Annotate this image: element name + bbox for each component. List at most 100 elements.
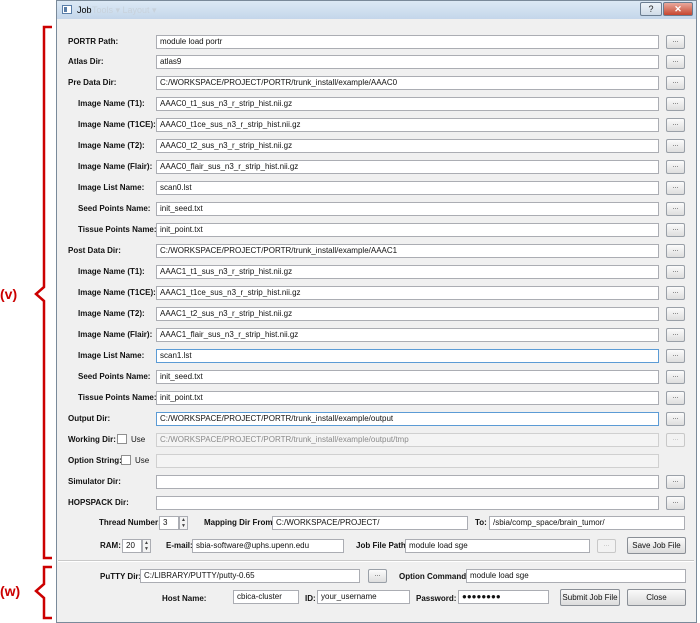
- annotation-bracket-v: [34, 25, 52, 560]
- pre-data-dir-input[interactable]: C:/WORKSPACE/PROJECT/PORTR/trunk_install…: [156, 76, 659, 90]
- pre-data-dir-browse-button[interactable]: ...: [666, 76, 685, 90]
- email-input[interactable]: sbia-software@uphs.upenn.edu: [192, 539, 344, 553]
- option-command-input[interactable]: module load sge: [466, 569, 686, 583]
- post-t1ce-input[interactable]: AAAC1_t1ce_sus_n3_r_strip_hist.nii.gz: [156, 286, 659, 300]
- pre-tissue-input[interactable]: init_point.txt: [156, 223, 659, 237]
- post-flair-input[interactable]: AAAC1_flair_sus_n3_r_strip_hist.nii.gz: [156, 328, 659, 342]
- host-name-label: Host Name:: [162, 594, 207, 603]
- pre-data-dir-label: Pre Data Dir:: [68, 78, 117, 87]
- pre-tissue-label: Tissue Points Name:: [78, 225, 157, 234]
- ram-stepper[interactable]: ▲ ▼: [142, 539, 151, 553]
- hopspack-dir-browse-button[interactable]: ...: [666, 496, 685, 510]
- simulator-dir-label: Simulator Dir:: [68, 477, 121, 486]
- working-dir-use-label: Use: [131, 435, 146, 444]
- pre-list-input[interactable]: scan0.lst: [156, 181, 659, 195]
- pre-flair-input[interactable]: AAAC0_flair_sus_n3_r_strip_hist.nii.gz: [156, 160, 659, 174]
- pre-t2-label: Image Name (T2):: [78, 141, 145, 150]
- pre-seed-input[interactable]: init_seed.txt: [156, 202, 659, 216]
- hopspack-dir-input[interactable]: [156, 496, 659, 510]
- output-dir-browse-button[interactable]: ...: [666, 412, 685, 426]
- id-label: ID:: [305, 594, 316, 603]
- post-data-dir-input[interactable]: C:/WORKSPACE/PROJECT/PORTR/trunk_install…: [156, 244, 659, 258]
- post-data-dir-browse-button[interactable]: ...: [666, 244, 685, 258]
- post-tissue-browse-button[interactable]: ...: [666, 391, 685, 405]
- atlas-dir-input[interactable]: atlas9: [156, 55, 659, 69]
- pre-t1ce-label: Image Name (T1CE):: [78, 120, 156, 129]
- thread-number-input[interactable]: 3: [159, 516, 179, 530]
- option-string-use-checkbox[interactable]: [121, 455, 131, 465]
- post-t1ce-browse-button[interactable]: ...: [666, 286, 685, 300]
- pre-t1ce-input[interactable]: AAAC0_t1ce_sus_n3_r_strip_hist.nii.gz: [156, 118, 659, 132]
- pre-t1-input[interactable]: AAAC0_t1_sus_n3_r_strip_hist.nii.gz: [156, 97, 659, 111]
- app-icon: [62, 5, 72, 14]
- annotation-label-v: (v): [0, 286, 18, 302]
- job-file-path-label: Job File Path:: [356, 541, 409, 550]
- atlas-dir-browse-button[interactable]: ...: [666, 55, 685, 69]
- working-dir-use-checkbox[interactable]: [117, 434, 127, 444]
- ram-input[interactable]: 20: [122, 539, 142, 553]
- thread-number-label: Thread Number:: [99, 518, 161, 527]
- post-flair-browse-button[interactable]: ...: [666, 328, 685, 342]
- post-list-input[interactable]: scan1.lst: [156, 349, 659, 363]
- pre-tissue-browse-button[interactable]: ...: [666, 223, 685, 237]
- post-list-browse-button[interactable]: ...: [666, 349, 685, 363]
- post-seed-label: Seed Points Name:: [78, 372, 151, 381]
- password-input[interactable]: ●●●●●●●●: [458, 590, 549, 604]
- working-dir-label: Working Dir:: [68, 435, 116, 444]
- mapping-to-input[interactable]: /sbia/comp_space/brain_tumor/: [489, 516, 685, 530]
- pre-seed-browse-button[interactable]: ...: [666, 202, 685, 216]
- portr-path-input[interactable]: module load portr: [156, 35, 659, 49]
- option-string-label: Option String:: [68, 456, 122, 465]
- mapping-from-input[interactable]: C:/WORKSPACE/PROJECT/: [272, 516, 468, 530]
- post-seed-input[interactable]: init_seed.txt: [156, 370, 659, 384]
- save-job-file-button[interactable]: Save Job File: [627, 537, 686, 554]
- pre-flair-label: Image Name (Flair):: [78, 162, 153, 171]
- pre-t2-input[interactable]: AAAC0_t2_sus_n3_r_strip_hist.nii.gz: [156, 139, 659, 153]
- annotation-label-w: (w): [0, 583, 21, 599]
- post-tissue-label: Tissue Points Name:: [78, 393, 157, 402]
- pre-t1-browse-button[interactable]: ...: [666, 97, 685, 111]
- submit-job-file-button[interactable]: Submit Job File: [560, 589, 620, 606]
- simulator-dir-input[interactable]: [156, 475, 659, 489]
- ghost-menu-text: Tools ▾ Layout ▾: [92, 5, 157, 15]
- working-dir-input[interactable]: C:/WORKSPACE/PROJECT/PORTR/trunk_install…: [156, 433, 659, 447]
- pre-t2-browse-button[interactable]: ...: [666, 139, 685, 153]
- close-button[interactable]: Close: [627, 589, 686, 606]
- pre-flair-browse-button[interactable]: ...: [666, 160, 685, 174]
- window-close-button[interactable]: ✕: [663, 2, 693, 16]
- pre-list-label: Image List Name:: [78, 183, 145, 192]
- post-seed-browse-button[interactable]: ...: [666, 370, 685, 384]
- post-t1-label: Image Name (T1):: [78, 267, 145, 276]
- working-dir-browse-button[interactable]: ...: [666, 433, 685, 447]
- atlas-dir-label: Atlas Dir:: [68, 57, 104, 66]
- annotation-brackets: [34, 25, 52, 620]
- option-string-input[interactable]: [156, 454, 659, 468]
- mapping-to-label: To:: [475, 518, 487, 527]
- post-t1-browse-button[interactable]: ...: [666, 265, 685, 279]
- post-data-dir-label: Post Data Dir:: [68, 246, 121, 255]
- output-dir-input[interactable]: C:/WORKSPACE/PROJECT/PORTR/trunk_install…: [156, 412, 659, 426]
- simulator-dir-browse-button[interactable]: ...: [666, 475, 685, 489]
- mapping-from-label: Mapping Dir From:: [204, 518, 276, 527]
- host-name-input[interactable]: cbica-cluster: [233, 590, 299, 604]
- pre-t1ce-browse-button[interactable]: ...: [666, 118, 685, 132]
- annotation-bracket-w: [34, 565, 52, 620]
- portr-path-label: PORTR Path:: [68, 37, 119, 46]
- hopspack-dir-label: HOPSPACK Dir:: [68, 498, 129, 507]
- thread-number-stepper[interactable]: ▲ ▼: [179, 516, 188, 530]
- id-input[interactable]: your_username: [317, 590, 410, 604]
- putty-dir-input[interactable]: C:/LIBRARY/PUTTY/putty-0.65: [140, 569, 360, 583]
- post-tissue-input[interactable]: init_point.txt: [156, 391, 659, 405]
- email-label: E-mail:: [166, 541, 193, 550]
- post-t1-input[interactable]: AAAC1_t1_sus_n3_r_strip_hist.nii.gz: [156, 265, 659, 279]
- pre-list-browse-button[interactable]: ...: [666, 181, 685, 195]
- portr-path-browse-button[interactable]: ...: [666, 35, 685, 49]
- help-button[interactable]: ?: [640, 2, 662, 16]
- post-t2-browse-button[interactable]: ...: [666, 307, 685, 321]
- putty-dir-browse-button[interactable]: ...: [368, 569, 387, 583]
- job-file-path-input[interactable]: module load sge: [405, 539, 590, 553]
- post-list-label: Image List Name:: [78, 351, 145, 360]
- post-t2-input[interactable]: AAAC1_t2_sus_n3_r_strip_hist.nii.gz: [156, 307, 659, 321]
- job-file-browse-button[interactable]: ...: [597, 539, 616, 553]
- ram-label: RAM:: [100, 541, 121, 550]
